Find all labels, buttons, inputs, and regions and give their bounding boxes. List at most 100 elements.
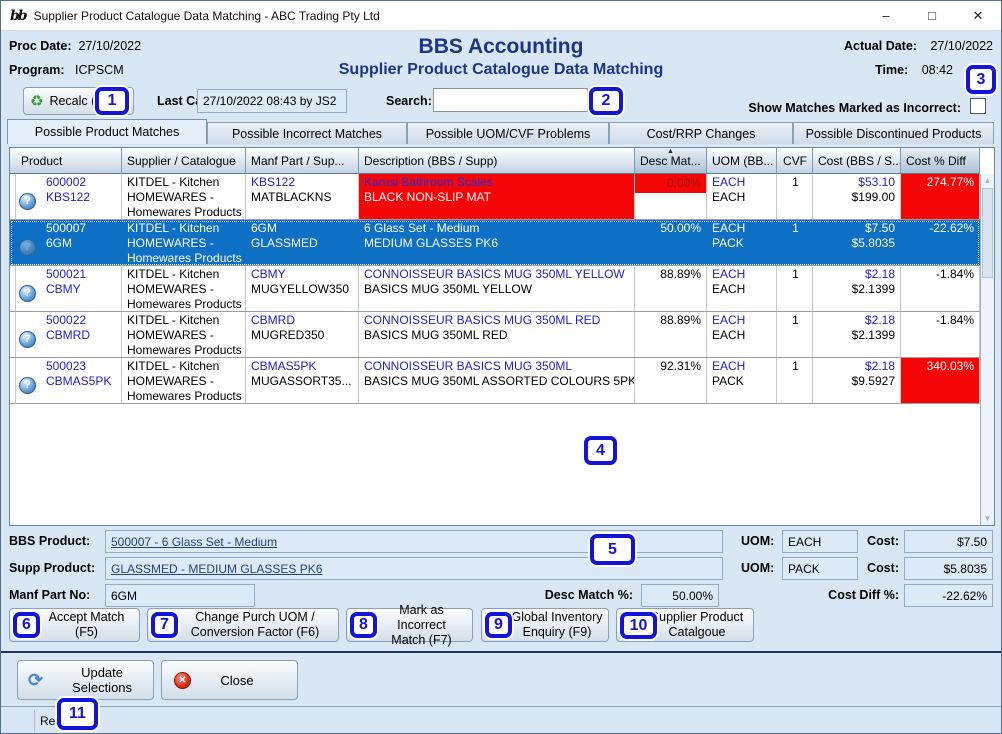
app-title: BBS Accounting xyxy=(181,35,821,59)
button-label-line: Mark as Incorrect xyxy=(375,603,468,633)
minimize-button[interactable]: – xyxy=(863,1,909,31)
cost-diff-value: -22.62% xyxy=(906,221,976,236)
cell-line: HOMEWARES - xyxy=(127,328,242,343)
table-row[interactable]: ?500023CBMAS5PKKITDEL - KitchenHOMEWARES… xyxy=(10,358,980,404)
table-row[interactable]: ?5000076GMKITDEL - KitchenHOMEWARES -Hom… xyxy=(10,220,980,266)
last-calc-field: 27/10/2022 08:43 by JS2 xyxy=(197,89,347,113)
button-label-line: Accept Match (F5) xyxy=(38,610,135,640)
table-row[interactable]: ?500022CBMRDKITDEL - KitchenHOMEWARES -H… xyxy=(10,312,980,358)
question-mark-icon[interactable]: ? xyxy=(19,285,36,302)
cell-line: MEDIUM GLASSES PK6 xyxy=(364,236,631,251)
column-header-cost-diff[interactable]: Cost % Diff xyxy=(901,148,980,174)
cost-diff-label: Cost Diff %: xyxy=(791,588,899,602)
column-header-supplier-catalogue[interactable]: Supplier / Catalogue xyxy=(122,148,246,174)
cell-line: 500021 xyxy=(46,267,118,282)
supplier-catalogue-cell: KITDEL - KitchenHOMEWARES -Homewares Pro… xyxy=(122,174,246,219)
cost-supp-value: $5.8035 xyxy=(944,562,987,576)
column-header-cvf[interactable]: CVF xyxy=(777,148,813,174)
annotation-badge-11: 11 xyxy=(57,698,98,730)
tab-possible-incorrect-matches[interactable]: Possible Incorrect Matches xyxy=(207,122,407,144)
column-header-manf-part-sup-[interactable]: Manf Part / Sup... xyxy=(246,148,359,174)
cost-diff-field: -22.62% xyxy=(904,584,993,607)
cell-line: HOMEWARES - xyxy=(127,282,242,297)
bbs-product-label: BBS Product: xyxy=(9,534,90,548)
desc-match-cell: 50.00% xyxy=(635,220,707,265)
supplier-catalogue-cell: KITDEL - KitchenHOMEWARES -Homewares Pro… xyxy=(122,358,246,403)
cost-cell: $2.18$2.1399 xyxy=(813,266,901,311)
cell-line: PACK xyxy=(712,374,773,389)
desc-match-value: 88.89% xyxy=(640,313,703,328)
maximize-button[interactable]: □ xyxy=(909,1,955,31)
search-label: Search: xyxy=(386,94,432,108)
supp-product-link[interactable]: GLASSMED - MEDIUM GLASSES PK6 xyxy=(111,562,322,576)
cost-diff-cell: 274.77% xyxy=(901,174,980,219)
scroll-down-icon[interactable]: ▼ xyxy=(981,514,994,523)
question-mark-icon[interactable]: ? xyxy=(19,377,36,394)
cvf-value: 1 xyxy=(782,359,809,374)
cost-diff-value: -1.84% xyxy=(906,267,976,282)
time-row: Time: 08:42 xyxy=(875,63,953,77)
question-mark-icon[interactable]: ? xyxy=(19,239,36,256)
cell-line: HOMEWARES - xyxy=(127,236,242,251)
product-cell: ?600002KBS122 xyxy=(16,174,122,219)
column-header-product[interactable]: Product xyxy=(16,148,122,174)
cell-line: KITDEL - Kitchen xyxy=(127,267,242,282)
annotation-badge-4: 4 xyxy=(584,436,617,465)
button-label-line: Match (F7) xyxy=(391,633,451,648)
cost-bbs-label: Cost: xyxy=(854,534,899,548)
desc-match-value: 88.89% xyxy=(640,267,703,282)
tab-possible-uom-cvf-problems[interactable]: Possible UOM/CVF Problems xyxy=(407,122,609,144)
close-button[interactable]: ✕ Close xyxy=(161,660,298,700)
cvf-value: 1 xyxy=(782,175,809,190)
cvf-cell: 1 xyxy=(777,312,813,357)
column-header-label: Description (BBS / Supp) xyxy=(364,154,497,168)
desc-match-value: 50.00% xyxy=(640,221,703,236)
status-divider xyxy=(34,710,35,732)
proc-date-row: Proc Date: 27/10/2022 xyxy=(9,39,141,53)
update-selections-button[interactable]: ⟳ Update Selections xyxy=(17,660,154,700)
cell-line: $9.5927 xyxy=(818,374,897,389)
proc-date-value: 27/10/2022 xyxy=(78,39,141,53)
bbs-product-link[interactable]: 500007 - 6 Glass Set - Medium xyxy=(111,535,277,549)
tab-possible-discontinued-products[interactable]: Possible Discontinued Products xyxy=(793,122,994,144)
cost-supp-label: Cost: xyxy=(854,561,899,575)
question-mark-icon[interactable]: ? xyxy=(19,193,36,210)
column-header-uom-bb-[interactable]: UOM (BB... xyxy=(707,148,777,174)
recycle-icon: ♻ xyxy=(30,92,43,110)
cell-line: CBMAS5PK xyxy=(251,359,355,374)
window-title: Supplier Product Catalogue Data Matching… xyxy=(34,9,380,23)
column-header-cost-bbs-s-[interactable]: Cost (BBS / S... xyxy=(813,148,901,174)
cost-cell: $53.10$199.00 xyxy=(813,174,901,219)
close-window-button[interactable]: ✕ xyxy=(955,1,1001,31)
annotation-badge-1: 1 xyxy=(95,87,129,115)
tab-possible-product-matches[interactable]: Possible Product Matches xyxy=(7,119,207,144)
cell-line: 6 Glass Set - Medium xyxy=(364,221,631,236)
cell-line: PACK xyxy=(712,236,773,251)
cell-line: MUGYELLOW350 xyxy=(251,282,355,297)
cell-line: BLACK NON-SLIP MAT xyxy=(364,190,631,205)
vertical-scrollbar[interactable]: ▲ ▼ xyxy=(980,174,994,525)
cvf-value: 1 xyxy=(782,267,809,282)
close-circle-icon: ✕ xyxy=(174,672,191,689)
question-mark-icon[interactable]: ? xyxy=(19,331,36,348)
proc-date-label: Proc Date: xyxy=(9,39,72,53)
table-row[interactable]: ?600002KBS122KITDEL - KitchenHOMEWARES -… xyxy=(10,174,980,220)
scroll-up-icon[interactable]: ▲ xyxy=(981,176,994,185)
scrollbar-thumb[interactable] xyxy=(982,188,993,278)
column-header-description-bbs-supp-[interactable]: Description (BBS / Supp) xyxy=(359,148,635,174)
cost-diff-value: -22.62% xyxy=(942,589,987,603)
column-header-desc-mat-[interactable]: Desc Mat...▲ xyxy=(635,148,707,174)
cell-line: EACH xyxy=(712,328,773,343)
cell-line: HOMEWARES - xyxy=(127,374,242,389)
description-cell: 6 Glass Set - MediumMEDIUM GLASSES PK6 xyxy=(359,220,635,265)
cell-line: CBMY xyxy=(46,282,118,297)
uom-supp-label: UOM: xyxy=(741,561,774,575)
tab-cost-rrp-changes[interactable]: Cost/RRP Changes xyxy=(609,122,793,144)
table-row[interactable]: ?500021CBMYKITDEL - KitchenHOMEWARES -Ho… xyxy=(10,266,980,312)
cell-line: $199.00 xyxy=(818,190,897,205)
cell-line: $2.18 xyxy=(818,359,897,374)
grid-header-row: ProductSupplier / CatalogueManf Part / S… xyxy=(10,148,994,174)
show-incorrect-checkbox[interactable] xyxy=(970,98,986,114)
search-input[interactable] xyxy=(433,88,588,112)
cost-cell: $2.18$2.1399 xyxy=(813,312,901,357)
